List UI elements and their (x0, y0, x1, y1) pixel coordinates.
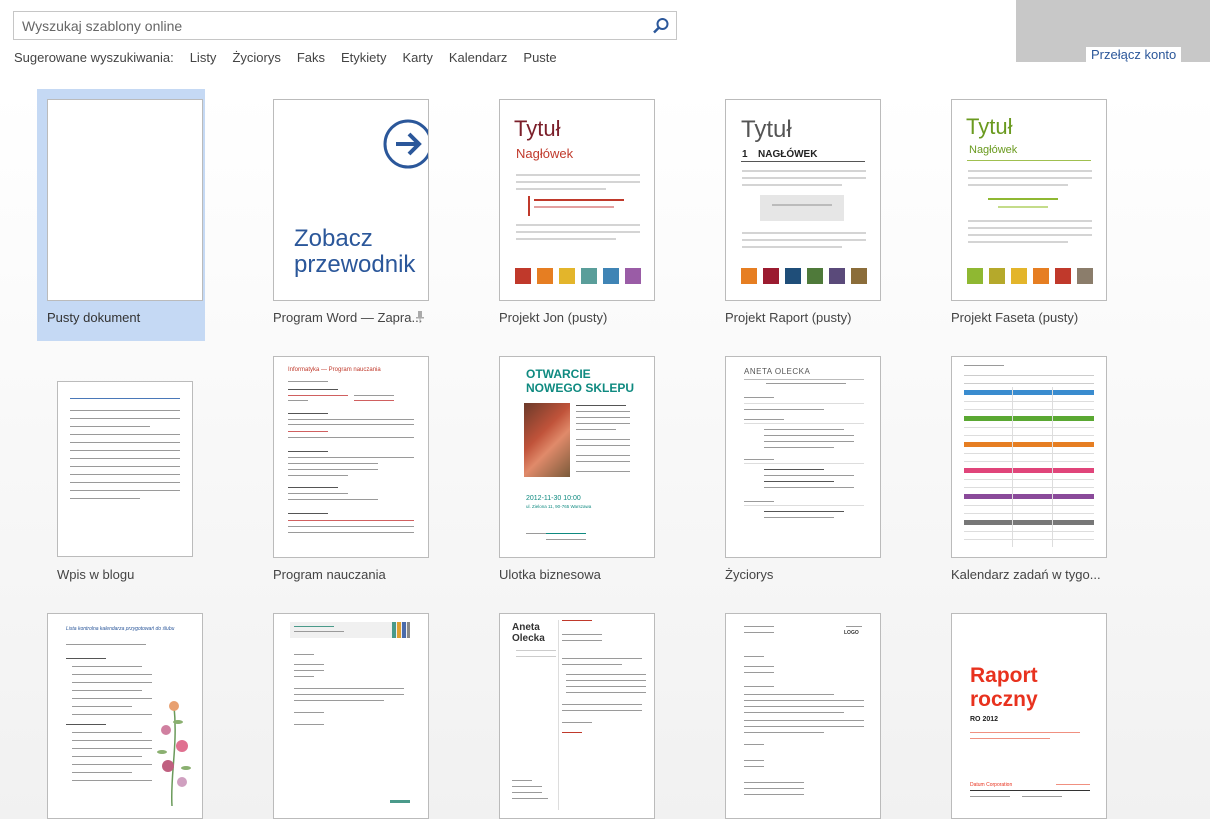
color-swatch (625, 268, 641, 284)
color-swatch (1055, 268, 1071, 284)
template-caption: Program Word — Zapra... (273, 310, 423, 325)
color-swatch (515, 268, 531, 284)
arrow-circle-icon (383, 119, 428, 169)
suggested-link-kalendarz[interactable]: Kalendarz (449, 50, 508, 65)
suggested-link-karty[interactable]: Karty (403, 50, 433, 65)
annual-title-line1: Raport (970, 664, 1038, 687)
color-swatch (807, 268, 823, 284)
template-caption: Pusty dokument (47, 310, 141, 325)
template-caption: Wpis w blogu (57, 567, 135, 582)
thumb-title: Tytuł (514, 116, 561, 141)
color-swatch (559, 268, 575, 284)
color-swatch (603, 268, 619, 284)
flyer-date: 2012-11-30 10:00 (526, 495, 581, 502)
template-caption: Program nauczania (273, 567, 386, 582)
switch-account-link[interactable]: Przełącz konto (1086, 47, 1182, 63)
template-caption: Projekt Faseta (pusty) (951, 310, 1079, 325)
template-jon[interactable]: Tytuł Nagłówek Projekt Jon (pusty) (489, 89, 657, 341)
template-caption: Kalendarz zadań w tygo... (951, 567, 1101, 582)
template-thumbnail: Raport roczny RO 2012 Datum Corporation (951, 613, 1107, 819)
template-caption: Projekt Jon (pusty) (499, 310, 608, 325)
annual-year: RO 2012 (970, 716, 999, 723)
color-swatch (1033, 268, 1049, 284)
pin-icon[interactable] (415, 311, 425, 323)
template-thumbnail: LOGO (725, 613, 881, 819)
template-thumbnail (57, 381, 193, 557)
template-business-flyer[interactable]: OTWARCIE NOWEGO SKLEPU 2012-11-30 10:00 … (489, 346, 657, 598)
suggested-link-zyciorys[interactable]: Życiorys (232, 50, 280, 65)
annual-title-line2: roczny (970, 688, 1038, 711)
template-caption: Projekt Raport (pusty) (725, 310, 852, 325)
template-thumbnail: Tytuł Nagłówek (951, 99, 1107, 301)
template-caption: Ulotka biznesowa (499, 567, 601, 582)
template-blank-document[interactable]: Pusty dokument (37, 89, 205, 341)
template-thumbnail: Zobacz przewodnik (273, 99, 429, 301)
cover-name-line2: Olecka (512, 633, 545, 644)
suggested-searches-label: Sugerowane wyszukiwania: (14, 50, 174, 65)
color-swatch (829, 268, 845, 284)
thumb-title: Tytuł (966, 114, 1013, 139)
template-thumbnail: OTWARCIE NOWEGO SKLEPU 2012-11-30 10:00 … (499, 356, 655, 558)
thumb-title: Tytuł (741, 116, 792, 143)
tour-thumb-line2: przewodnik (294, 251, 416, 278)
template-thumbnail: Tytuł Nagłówek (499, 99, 655, 301)
cover-name-line1: Aneta (512, 622, 540, 633)
thumb-heading: NAGŁÓWEK (758, 149, 818, 160)
template-report[interactable]: Tytuł 1 NAGŁÓWEK Projekt Raport (pusty) (715, 89, 883, 341)
template-thumbnail (47, 99, 203, 301)
suggested-link-faks[interactable]: Faks (297, 50, 325, 65)
color-swatch (741, 268, 757, 284)
color-swatch (785, 268, 801, 284)
template-business-letter[interactable]: LOGO (715, 603, 883, 819)
color-swatch (581, 268, 597, 284)
suggested-link-listy[interactable]: Listy (190, 50, 217, 65)
flyer-address: ul. Zielona 11, 90-765 Warszawa (526, 504, 592, 509)
template-letter[interactable] (263, 603, 431, 819)
template-thumbnail: Lista kontrolna kalendarza przygotowań d… (47, 613, 203, 819)
suggested-link-etykiety[interactable]: Etykiety (341, 50, 387, 65)
template-annual-report[interactable]: Raport roczny RO 2012 Datum Corporation (941, 603, 1109, 819)
color-swatch (851, 268, 867, 284)
color-swatch (1077, 268, 1093, 284)
color-swatch (989, 268, 1005, 284)
template-resume[interactable]: ANETA OLECKA Życiorys (715, 346, 883, 598)
template-syllabus[interactable]: Informatyka — Program nauczania Program … (263, 346, 431, 598)
thumb-heading: Nagłówek (969, 144, 1018, 156)
thumb-title: Lista kontrolna kalendarza przygotowań d… (66, 626, 175, 632)
template-facet[interactable]: Tytuł Nagłówek Projekt Faseta (pusty) (941, 89, 1109, 341)
resume-name: ANETA OLECKA (744, 367, 811, 376)
template-caption: Życiorys (725, 567, 774, 582)
template-weekly-calendar[interactable]: Kalendarz zadań w tygo... (941, 346, 1109, 598)
thumb-heading-number: 1 (742, 149, 748, 160)
template-cover-letter[interactable]: Aneta Olecka (489, 603, 657, 819)
tour-thumb-line1: Zobacz (294, 225, 373, 252)
color-swatch (1011, 268, 1027, 284)
color-swatch (763, 268, 779, 284)
template-thumbnail: ANETA OLECKA (725, 356, 881, 558)
template-wedding-checklist[interactable]: Lista kontrolna kalendarza przygotowań d… (37, 603, 205, 819)
color-swatch (967, 268, 983, 284)
template-thumbnail: Aneta Olecka (499, 613, 655, 819)
flower-illustration (157, 701, 191, 806)
business-letter-logo: LOGO (844, 630, 859, 636)
template-thumbnail: Informatyka — Program nauczania (273, 356, 429, 558)
template-search-input[interactable] (14, 12, 634, 39)
template-search-box (13, 11, 677, 40)
template-word-tour[interactable]: Zobacz przewodnik Program Word — Zapra..… (263, 89, 431, 341)
template-thumbnail (273, 613, 429, 819)
template-thumbnail (951, 356, 1107, 558)
flyer-title-line1: OTWARCIE (526, 367, 591, 381)
flyer-photo (524, 403, 570, 477)
suggested-link-puste[interactable]: Puste (523, 50, 556, 65)
template-thumbnail: Tytuł 1 NAGŁÓWEK (725, 99, 881, 301)
thumb-title: Informatyka — Program nauczania (288, 367, 381, 373)
suggested-searches: Sugerowane wyszukiwania: Listy Życiorys … (14, 50, 565, 65)
color-swatch (537, 268, 553, 284)
search-icon[interactable] (652, 17, 670, 35)
template-blog-post[interactable]: Wpis w blogu (47, 346, 215, 598)
flyer-title-line2: NOWEGO SKLEPU (526, 381, 635, 395)
annual-company: Datum Corporation (970, 782, 1013, 788)
thumb-heading: Nagłówek (516, 146, 574, 161)
